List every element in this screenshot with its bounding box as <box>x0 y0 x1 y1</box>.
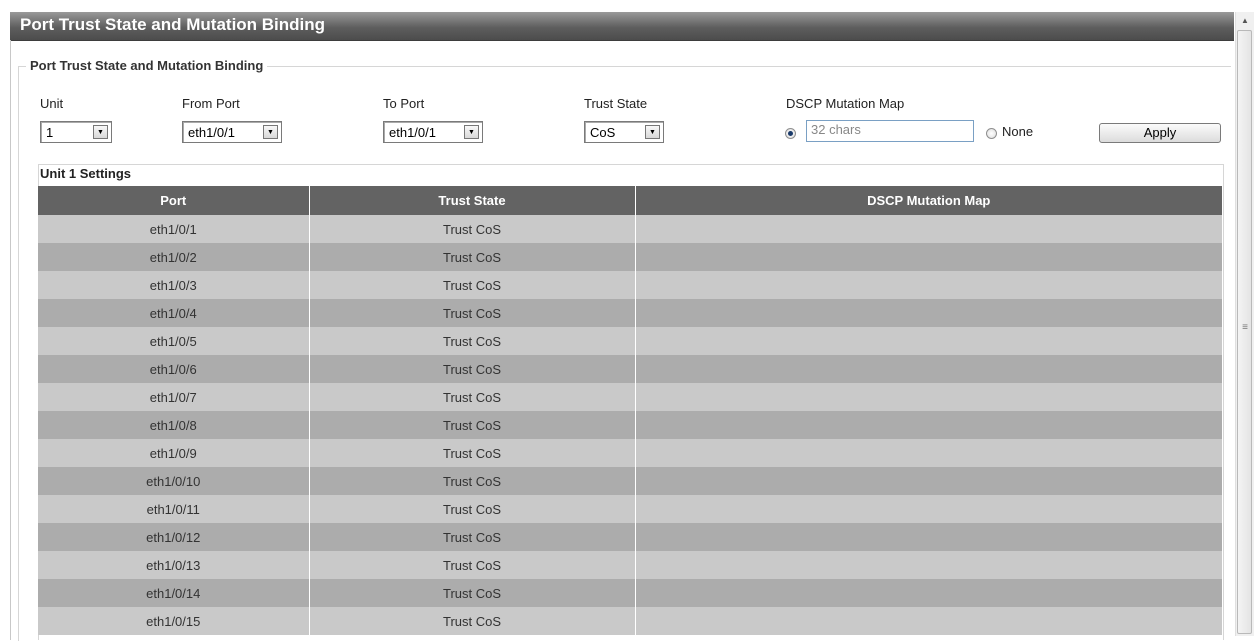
trust-state-cell: Trust CoS <box>309 607 636 635</box>
port-cell: eth1/0/9 <box>38 439 310 467</box>
dscp-map-cell <box>635 439 1222 467</box>
table-row: eth1/0/6 Trust CoS <box>38 355 1222 383</box>
trust-state-cell: Trust CoS <box>309 327 636 355</box>
chevron-down-icon: ▼ <box>93 125 108 139</box>
table-row: eth1/0/14 Trust CoS <box>38 579 1222 607</box>
to-port-select[interactable]: eth1/0/1 ▼ <box>383 121 483 143</box>
unit-select[interactable]: 1 ▼ <box>40 121 112 143</box>
column-header-port: Port <box>38 186 310 215</box>
settings-title: Unit 1 Settings <box>40 166 132 181</box>
dscp-map-cell <box>635 355 1222 383</box>
port-cell: eth1/0/13 <box>38 551 310 579</box>
trust-state-cell: Trust CoS <box>309 383 636 411</box>
page-title: Port Trust State and Mutation Binding <box>20 15 326 34</box>
scroll-up-arrow-icon[interactable]: ▲ <box>1236 12 1254 29</box>
port-cell: eth1/0/6 <box>38 355 310 383</box>
trust-state-cell: Trust CoS <box>309 551 636 579</box>
dscp-map-input-placeholder: 32 chars <box>811 122 861 137</box>
port-cell: eth1/0/11 <box>38 495 310 523</box>
to-port-label: To Port <box>383 96 425 111</box>
trust-state-label: Trust State <box>584 96 648 111</box>
from-port-select[interactable]: eth1/0/1 ▼ <box>182 121 282 143</box>
dscp-map-cell <box>635 271 1222 299</box>
dscp-map-cell <box>635 467 1222 495</box>
dscp-map-cell <box>635 607 1222 635</box>
from-port-select-value: eth1/0/1 <box>188 125 235 140</box>
trust-state-select[interactable]: CoS ▼ <box>584 121 664 143</box>
dscp-mutation-map-label: DSCP Mutation Map <box>786 96 905 111</box>
dscp-map-cell <box>635 579 1222 607</box>
table-row: eth1/0/1 Trust CoS <box>38 215 1222 243</box>
trust-state-cell: Trust CoS <box>309 523 636 551</box>
port-cell: eth1/0/5 <box>38 327 310 355</box>
settings-table: Port Trust State DSCP Mutation Map eth1/… <box>38 186 1222 635</box>
table-header-row: Port Trust State DSCP Mutation Map <box>38 186 1222 215</box>
table-row: eth1/0/4 Trust CoS <box>38 299 1222 327</box>
apply-button[interactable]: Apply <box>1099 123 1221 143</box>
trust-state-cell: Trust CoS <box>309 495 636 523</box>
port-cell: eth1/0/8 <box>38 411 310 439</box>
unit-select-value: 1 <box>46 125 54 140</box>
table-row: eth1/0/9 Trust CoS <box>38 439 1222 467</box>
table-row: eth1/0/11 Trust CoS <box>38 495 1222 523</box>
dscp-map-cell <box>635 495 1222 523</box>
none-label[interactable]: None <box>1002 124 1033 139</box>
dscp-map-cell <box>635 243 1222 271</box>
chevron-down-icon: ▼ <box>263 125 278 139</box>
trust-state-cell: Trust CoS <box>309 411 636 439</box>
trust-state-cell: Trust CoS <box>309 299 636 327</box>
unit-label: Unit <box>40 96 64 111</box>
table-row: eth1/0/13 Trust CoS <box>38 551 1222 579</box>
port-cell: eth1/0/14 <box>38 579 310 607</box>
dscp-map-cell <box>635 551 1222 579</box>
dscp-map-input[interactable]: 32 chars <box>806 120 974 142</box>
port-cell: eth1/0/12 <box>38 523 310 551</box>
fieldset-legend: Port Trust State and Mutation Binding <box>26 58 268 73</box>
page: Port Trust State and Mutation Binding ▲ … <box>0 0 1260 641</box>
trust-state-cell: Trust CoS <box>309 271 636 299</box>
port-cell: eth1/0/4 <box>38 299 310 327</box>
dscp-map-cell <box>635 383 1222 411</box>
to-port-select-value: eth1/0/1 <box>389 125 436 140</box>
from-port-label: From Port <box>182 96 240 111</box>
dscp-map-radio[interactable] <box>785 128 796 139</box>
port-cell: eth1/0/7 <box>38 383 310 411</box>
table-row: eth1/0/15 Trust CoS <box>38 607 1222 635</box>
port-cell: eth1/0/2 <box>38 243 310 271</box>
table-row: eth1/0/8 Trust CoS <box>38 411 1222 439</box>
dscp-map-cell <box>635 215 1222 243</box>
table-row: eth1/0/12 Trust CoS <box>38 523 1222 551</box>
port-cell: eth1/0/3 <box>38 271 310 299</box>
chevron-down-icon: ▼ <box>645 125 660 139</box>
chevron-down-icon: ▼ <box>464 125 479 139</box>
trust-state-cell: Trust CoS <box>309 355 636 383</box>
vertical-scrollbar[interactable]: ▲ ≡ <box>1235 12 1254 636</box>
trust-state-select-value: CoS <box>590 125 616 140</box>
port-cell: eth1/0/1 <box>38 215 310 243</box>
scrollbar-thumb[interactable]: ≡ <box>1237 30 1252 634</box>
table-row: eth1/0/7 Trust CoS <box>38 383 1222 411</box>
column-header-trust-state: Trust State <box>309 186 636 215</box>
trust-state-cell: Trust CoS <box>309 579 636 607</box>
table-row: eth1/0/10 Trust CoS <box>38 467 1222 495</box>
column-header-dscp-mutation-map: DSCP Mutation Map <box>635 186 1222 215</box>
port-cell: eth1/0/15 <box>38 607 310 635</box>
page-title-bar: Port Trust State and Mutation Binding <box>10 12 1234 41</box>
table-row: eth1/0/3 Trust CoS <box>38 271 1222 299</box>
trust-state-cell: Trust CoS <box>309 467 636 495</box>
dscp-map-cell <box>635 523 1222 551</box>
dscp-map-cell <box>635 327 1222 355</box>
none-radio[interactable] <box>986 128 997 139</box>
table-row: eth1/0/2 Trust CoS <box>38 243 1222 271</box>
table-row: eth1/0/5 Trust CoS <box>38 327 1222 355</box>
trust-state-cell: Trust CoS <box>309 439 636 467</box>
grip-icon: ≡ <box>1242 322 1248 333</box>
dscp-map-cell <box>635 411 1222 439</box>
trust-state-cell: Trust CoS <box>309 215 636 243</box>
port-cell: eth1/0/10 <box>38 467 310 495</box>
dscp-map-cell <box>635 299 1222 327</box>
trust-state-cell: Trust CoS <box>309 243 636 271</box>
